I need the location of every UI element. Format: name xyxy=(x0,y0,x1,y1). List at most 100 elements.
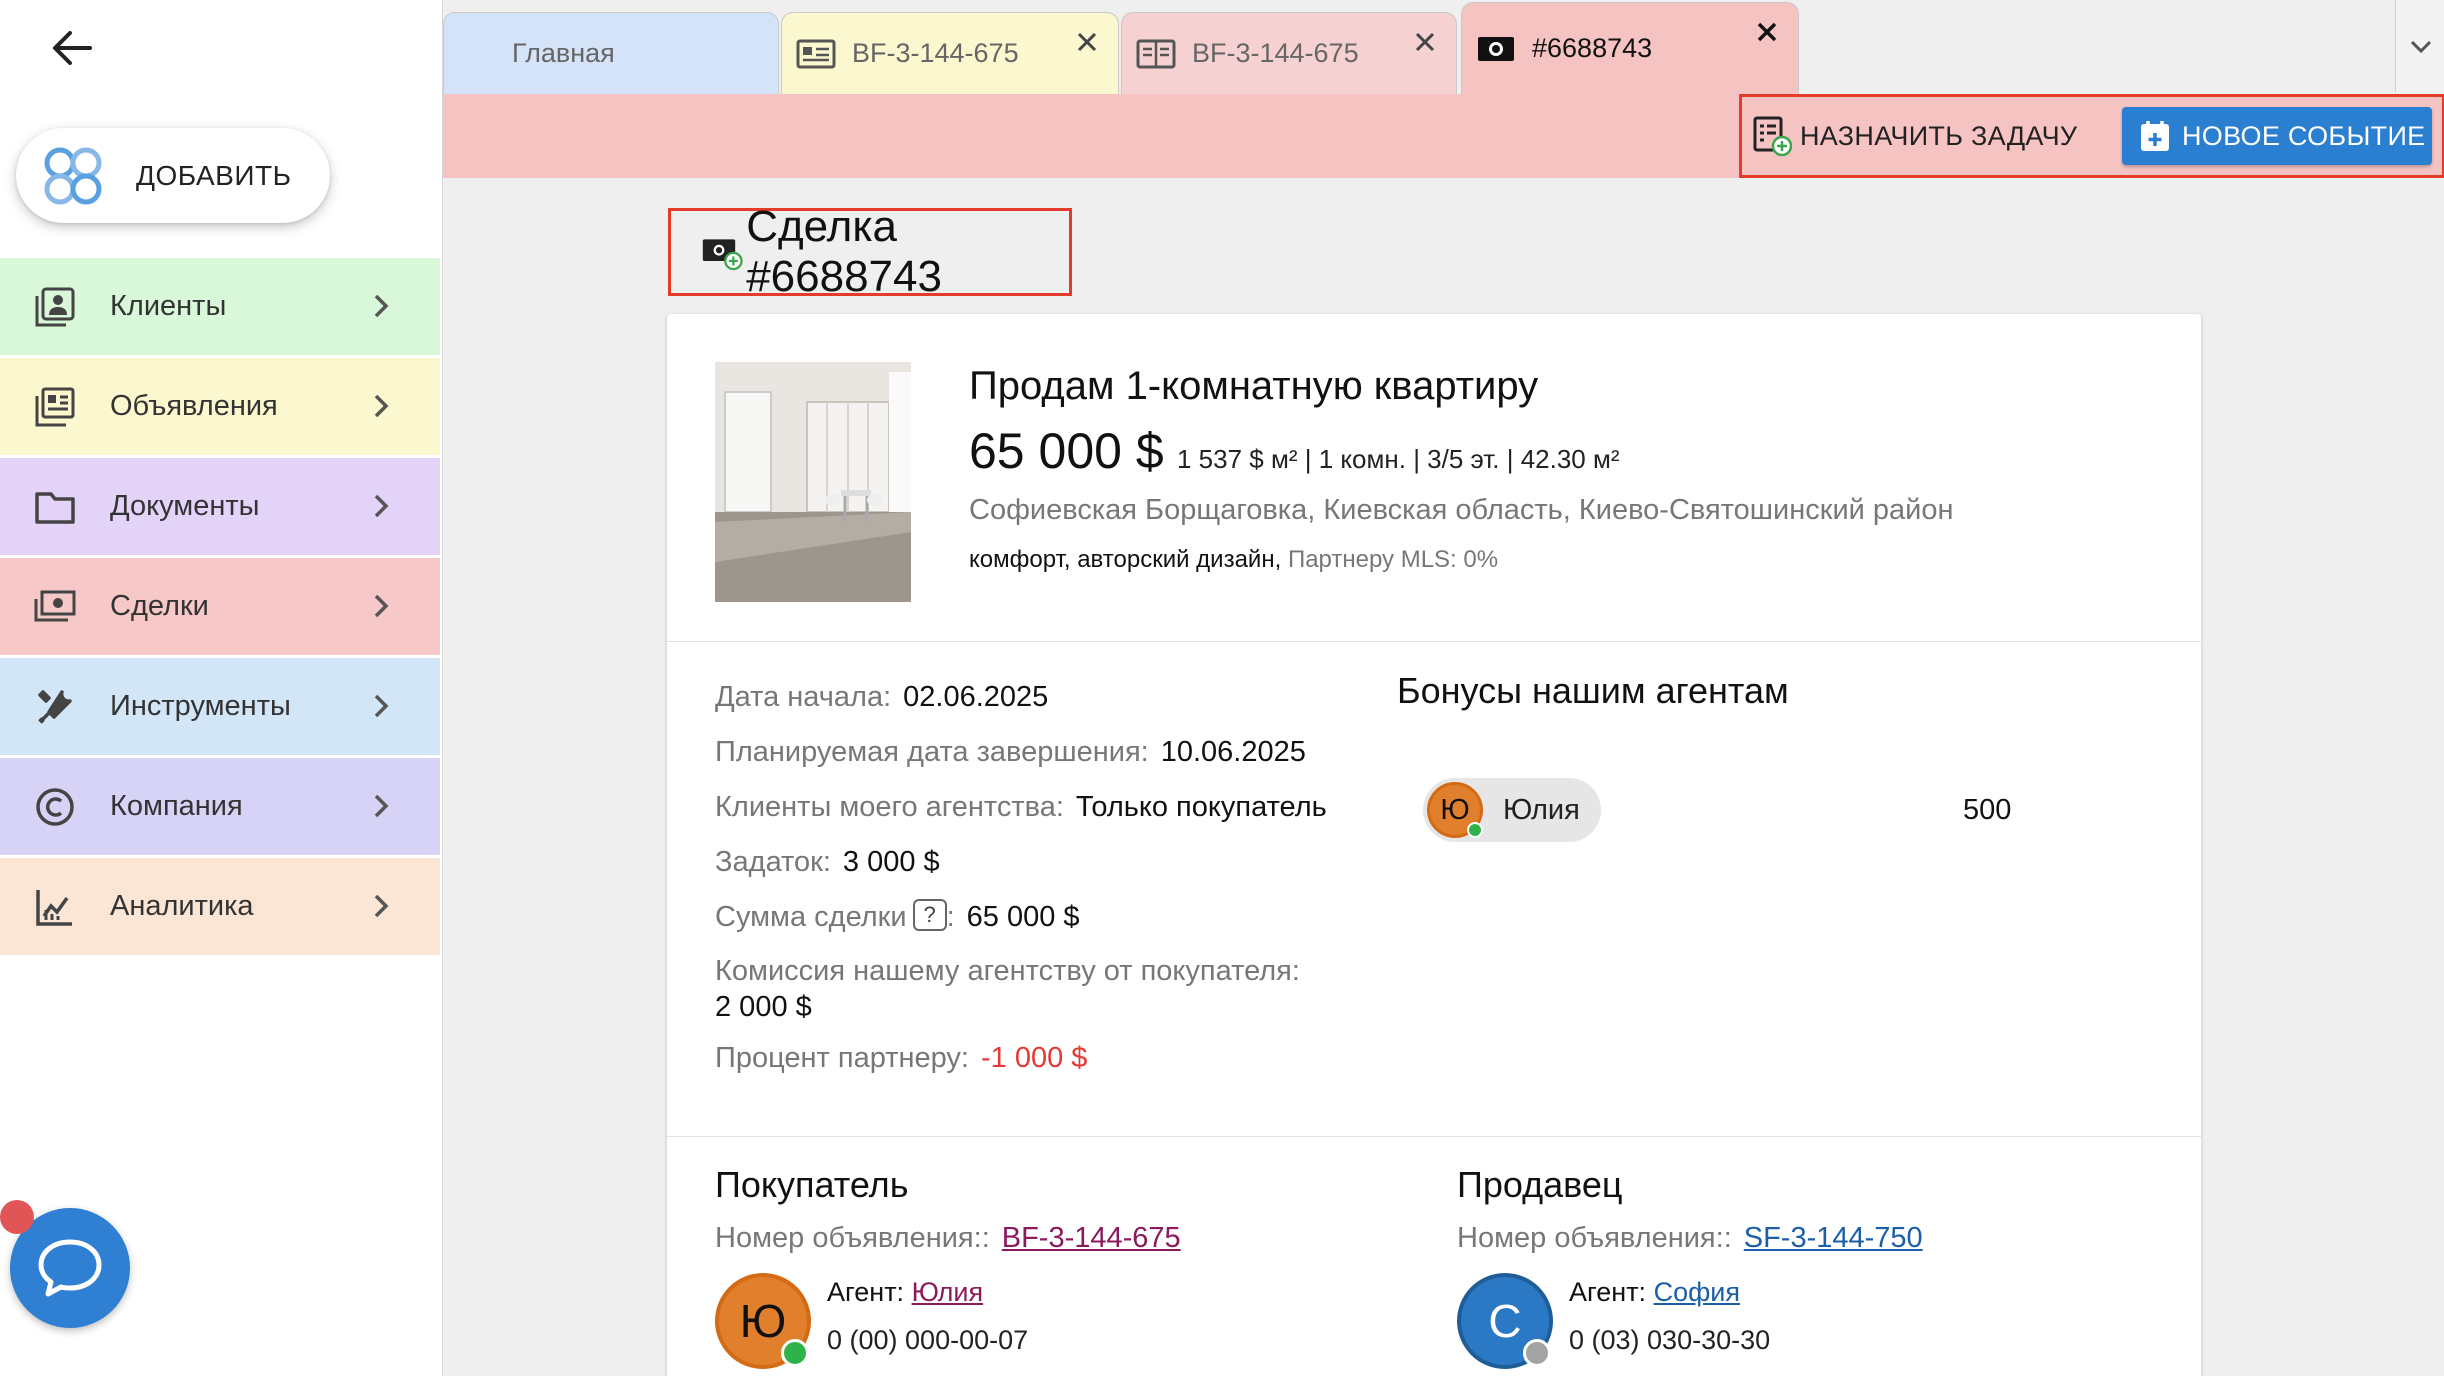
buyer-agent-link[interactable]: Юлия xyxy=(912,1277,984,1307)
detail-label: Задаток: xyxy=(715,846,831,878)
agent-label: Агент: xyxy=(1569,1277,1647,1307)
detail-commission: Комиссия нашему агентству от покупателя:… xyxy=(715,945,1415,1031)
assign-task-label: НАЗНАЧИТЬ ЗАДАЧУ xyxy=(1800,120,2078,151)
page-title: Сделка #6688743 xyxy=(746,202,942,301)
seller-listing-number: Номер объявления:: SF-3-144-750 xyxy=(1457,1222,2157,1255)
add-button-label: ДОБАВИТЬ xyxy=(136,159,292,191)
copyright-icon xyxy=(32,784,78,830)
main-area: Главная BF-3-144-675 BF-3-144-675 #66887… xyxy=(442,0,2444,1376)
detail-value: 3 000 $ xyxy=(842,846,940,878)
calendar-add-icon xyxy=(2141,121,2169,151)
detail-value: 02.06.2025 xyxy=(903,681,1049,713)
seller-agent-link[interactable]: София xyxy=(1654,1277,1740,1307)
sidebar-item-company[interactable]: Компания xyxy=(0,758,440,855)
brand-logo-icon xyxy=(44,147,102,204)
deal-cash-icon xyxy=(702,239,743,271)
listing-card-icon xyxy=(796,39,836,68)
sidebar-item-label: Объявления xyxy=(110,390,278,422)
seller-agent: С Агент: София 0 (03) 030-30-30 xyxy=(1457,1273,2157,1373)
detail-label: Дата начала: xyxy=(715,681,892,713)
sidebar-item-listings[interactable]: Объявления xyxy=(0,358,440,455)
sidebar-item-tools[interactable]: Инструменты xyxy=(0,658,440,755)
seller-agent-label: Агент: София xyxy=(1569,1277,1740,1308)
chevron-right-icon xyxy=(374,594,389,618)
section-divider xyxy=(667,1136,2201,1137)
detail-value: 65 000 $ xyxy=(966,901,1080,933)
listing-photo[interactable] xyxy=(715,362,911,602)
sidebar-item-analytics[interactable]: Аналитика xyxy=(0,858,440,955)
detail-clients: Клиенты моего агентства: Только покупател… xyxy=(715,780,1415,835)
tools-icon xyxy=(32,684,78,730)
tab-bar: Главная BF-3-144-675 BF-3-144-675 #66887… xyxy=(443,0,2444,94)
cash-icon xyxy=(32,584,78,630)
sidebar-item-deals[interactable]: Сделки xyxy=(0,558,440,655)
online-status-dot xyxy=(1467,822,1483,838)
sidebar-item-label: Аналитика xyxy=(110,890,254,922)
back-arrow-icon[interactable] xyxy=(46,22,98,74)
cash-icon xyxy=(1478,36,1514,61)
detail-start-date: Дата начала: 02.06.2025 xyxy=(715,670,1415,725)
tab-listing-2[interactable]: BF-3-144-675 xyxy=(1121,12,1457,94)
detail-value: 10.06.2025 xyxy=(1160,736,1306,768)
detail-value: 2 000 $ xyxy=(715,991,812,1023)
detail-deal-sum: Сумма сделки?:65 000 $ xyxy=(715,890,1415,945)
deal-toolbar: НАЗНАЧИТЬ ЗАДАЧУ НОВОЕ СОБЫТИЕ xyxy=(443,94,2444,178)
help-icon[interactable]: ? xyxy=(912,899,947,932)
chevron-right-icon xyxy=(374,394,389,418)
sidebar-item-documents[interactable]: Документы xyxy=(0,458,440,555)
detail-colon: : xyxy=(946,901,955,933)
deal-card: Продам 1-комнатную квартиру 65 000 $ 1 5… xyxy=(667,314,2201,1376)
bonus-agent-chip[interactable]: Ю Юлия xyxy=(1423,778,1601,842)
listing-number-label: Номер объявления:: xyxy=(1457,1222,1732,1254)
chevron-right-icon xyxy=(374,294,389,318)
chevron-right-icon xyxy=(374,694,389,718)
new-event-button[interactable]: НОВОЕ СОБЫТИЕ xyxy=(2122,107,2432,165)
sidebar-nav: Клиенты Объявления Документы Сделки Инст… xyxy=(0,258,440,958)
chat-bubble-icon xyxy=(38,1239,102,1297)
sidebar-item-label: Инструменты xyxy=(110,690,291,722)
assign-task-button[interactable]: НАЗНАЧИТЬ ЗАДАЧУ xyxy=(1752,107,2077,165)
add-button[interactable]: ДОБАВИТЬ xyxy=(16,128,330,223)
tab-label: BF-3-144-675 xyxy=(1192,38,1359,68)
tab-listing-1[interactable]: BF-3-144-675 xyxy=(781,12,1119,94)
close-icon[interactable] xyxy=(1412,29,1438,55)
seller-listing-link[interactable]: SF-3-144-750 xyxy=(1744,1222,1923,1254)
seller-title: Продавец xyxy=(1457,1164,1623,1205)
listing-price: 65 000 $ xyxy=(969,423,1164,479)
sidebar-item-label: Компания xyxy=(110,790,243,822)
chevron-right-icon xyxy=(374,494,389,518)
buyer-agent-label: Агент: Юлия xyxy=(827,1277,983,1308)
listings-icon xyxy=(32,384,78,430)
buyer-listing-link[interactable]: BF-3-144-675 xyxy=(1002,1222,1181,1254)
tab-home[interactable]: Главная xyxy=(443,12,779,94)
online-status-dot xyxy=(781,1339,809,1367)
deal-title: Сделка #6688743 xyxy=(668,202,1072,301)
chevron-right-icon xyxy=(374,794,389,818)
sidebar-item-label: Документы xyxy=(110,490,260,522)
notification-dot xyxy=(0,1200,34,1234)
analytics-icon xyxy=(32,884,78,930)
close-icon[interactable] xyxy=(1074,29,1100,55)
listing-number-label: Номер объявления:: xyxy=(715,1222,990,1254)
close-icon[interactable] xyxy=(1754,19,1780,45)
seller-section: Продавец Номер объявления:: SF-3-144-750 … xyxy=(1457,1164,2157,1373)
features-text: комфорт, авторский дизайн, xyxy=(969,546,1282,573)
listing-summary[interactable]: Продам 1-комнатную квартиру 65 000 $ 1 5… xyxy=(667,314,2201,642)
buyer-agent-phone: 0 (00) 000-00-07 xyxy=(827,1325,1029,1355)
tab-deal-active[interactable]: #6688743 xyxy=(1461,2,1799,94)
chevron-down-icon xyxy=(2410,40,2431,54)
seller-agent-phone: 0 (03) 030-30-30 xyxy=(1569,1325,1771,1355)
agent-label: Агент: xyxy=(827,1277,905,1307)
tabs-dropdown-button[interactable] xyxy=(2395,0,2444,92)
toolbar-actions: НАЗНАЧИТЬ ЗАДАЧУ НОВОЕ СОБЫТИЕ xyxy=(1739,94,2444,178)
listing-features: комфорт, авторский дизайн, Партнеру MLS:… xyxy=(969,546,1498,574)
bonus-agent-name: Юлия xyxy=(1503,794,1580,826)
detail-label: Планируемая дата завершения: xyxy=(715,736,1149,768)
sidebar-item-clients[interactable]: Клиенты xyxy=(0,258,440,355)
deal-details: Дата начала: 02.06.2025 Планируемая дата … xyxy=(715,670,1415,1086)
buyer-listing-number: Номер объявления:: BF-3-144-675 xyxy=(715,1222,1415,1255)
detail-value: -1 000 $ xyxy=(980,1042,1088,1074)
buyer-section: Покупатель Номер объявления:: BF-3-144-67… xyxy=(715,1164,1415,1373)
sidebar-item-label: Клиенты xyxy=(110,290,227,322)
task-add-icon xyxy=(1753,116,1792,156)
